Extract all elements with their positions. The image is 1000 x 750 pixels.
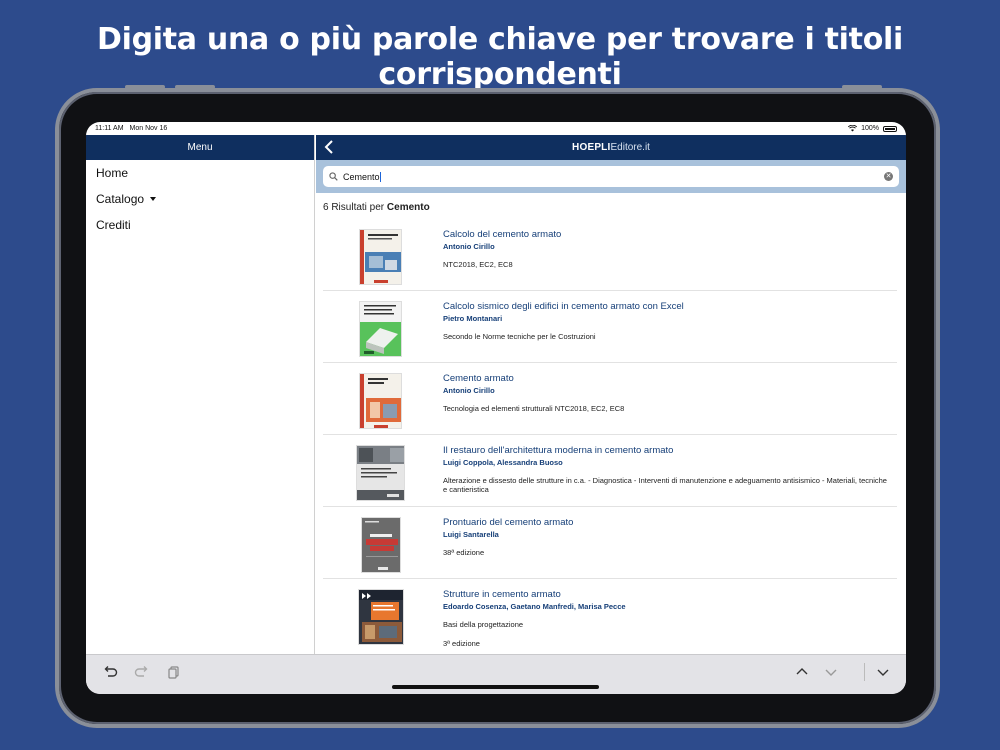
book-cover xyxy=(358,589,404,645)
book-title: Prontuario del cemento armato xyxy=(443,517,574,528)
chevron-down-icon[interactable] xyxy=(875,664,891,680)
book-cover xyxy=(356,445,405,501)
headline: Digita una o più parole chiave per trova… xyxy=(97,22,903,92)
status-date: Mon Nov 16 xyxy=(129,125,168,132)
chevron-down-icon[interactable] xyxy=(823,664,839,680)
device-button xyxy=(842,85,882,89)
book-description: NTC2018, EC2, EC8 xyxy=(443,260,513,269)
redo-icon[interactable] xyxy=(134,664,150,680)
book-author: Pietro Montanari xyxy=(443,314,503,323)
device-button xyxy=(175,85,215,89)
undo-icon[interactable] xyxy=(102,664,118,680)
book-title: Calcolo del cemento armato xyxy=(443,229,562,240)
book-title: Cemento armato xyxy=(443,373,514,384)
status-bar: 11:11 AM Mon Nov 16 100% xyxy=(86,122,906,135)
book-cover xyxy=(359,301,402,357)
book-title: Strutture in cemento armato xyxy=(443,589,561,600)
sidebar-item-home[interactable]: Home xyxy=(86,160,314,186)
results-count: 6 Risultati per xyxy=(323,202,387,213)
list-item[interactable]: Prontuario del cemento armato Luigi Sant… xyxy=(323,507,897,579)
book-description: Secondo le Norme tecniche per le Costruz… xyxy=(443,332,596,341)
book-title: Calcolo sismico degli edifici in cemento… xyxy=(443,301,684,312)
home-indicator[interactable] xyxy=(392,685,599,689)
book-description: Basi della progettazione xyxy=(443,620,524,629)
book-cover xyxy=(361,517,401,573)
navbar: HOEPLIEditore.it xyxy=(316,135,906,160)
text-cursor xyxy=(379,171,381,182)
ipad-screen: 11:11 AM Mon Nov 16 100% Menu Home Catal… xyxy=(86,122,906,694)
book-author: Luigi Santarella xyxy=(443,530,499,539)
book-description: Alterazione e dissesto delle strutture i… xyxy=(443,476,887,495)
copy-icon[interactable] xyxy=(166,664,182,680)
results-list: Calcolo del cemento armato Antonio Ciril… xyxy=(316,219,906,651)
sidebar-item-label: Home xyxy=(96,166,129,180)
sidebar-item-label: Crediti xyxy=(96,218,131,232)
list-item[interactable]: Cemento armato Antonio Cirillo Tecnologi… xyxy=(323,363,897,435)
book-author: Antonio Cirillo xyxy=(443,242,495,251)
search-value: Cemento xyxy=(343,171,380,182)
list-item[interactable]: Calcolo del cemento armato Antonio Ciril… xyxy=(323,219,897,291)
book-edition: 3ª edizione xyxy=(443,639,480,649)
book-author: Edoardo Cosenza, Gaetano Manfredi, Maris… xyxy=(443,602,626,611)
clear-icon[interactable]: ✕ xyxy=(884,172,893,181)
book-description: 38ª edizione xyxy=(443,548,485,557)
battery-icon xyxy=(883,125,897,132)
brand-logo: HOEPLIEditore.it xyxy=(572,142,650,153)
book-cover xyxy=(359,373,402,429)
toolbar-divider xyxy=(864,663,865,681)
results-header: 6 Risultati per Cemento xyxy=(316,193,906,221)
wifi-icon xyxy=(848,125,858,132)
book-title: Il restauro dell'architettura moderna in… xyxy=(443,445,674,456)
sidebar-header: Menu xyxy=(86,135,314,160)
sidebar-item-label: Catalogo xyxy=(96,192,145,206)
chevron-left-icon[interactable] xyxy=(322,139,338,155)
status-time: 11:11 AM xyxy=(95,125,124,132)
brand-light: Editore.it xyxy=(610,142,650,153)
sidebar: Menu Home Catalogo Crediti xyxy=(86,135,315,655)
search-icon xyxy=(329,172,338,181)
chevron-up-icon[interactable] xyxy=(794,664,810,680)
search-input[interactable]: Cemento ✕ xyxy=(323,166,899,187)
book-description: Tecnologia ed elementi strutturali NTC20… xyxy=(443,404,625,413)
device-button xyxy=(125,85,165,89)
brand-bold: HOEPLI xyxy=(572,142,611,153)
main-panel: HOEPLIEditore.it Cemento ✕ 6 Risultati p… xyxy=(316,135,906,655)
list-item[interactable]: Calcolo sismico degli edifici in cemento… xyxy=(323,291,897,363)
book-author: Luigi Coppola, Alessandra Buoso xyxy=(443,458,563,467)
list-item[interactable]: Strutture in cemento armato Edoardo Cose… xyxy=(323,579,897,651)
list-item[interactable]: Il restauro dell'architettura moderna in… xyxy=(323,435,897,507)
results-term: Cemento xyxy=(386,202,430,213)
book-author: Antonio Cirillo xyxy=(443,386,495,395)
sidebar-item-catalogo[interactable]: Catalogo xyxy=(86,186,314,212)
caret-down-icon xyxy=(150,197,157,201)
book-cover xyxy=(359,229,402,285)
sidebar-item-crediti[interactable]: Crediti xyxy=(86,212,314,238)
battery-percent: 100% xyxy=(861,125,879,132)
search-bar: Cemento ✕ xyxy=(316,160,906,193)
